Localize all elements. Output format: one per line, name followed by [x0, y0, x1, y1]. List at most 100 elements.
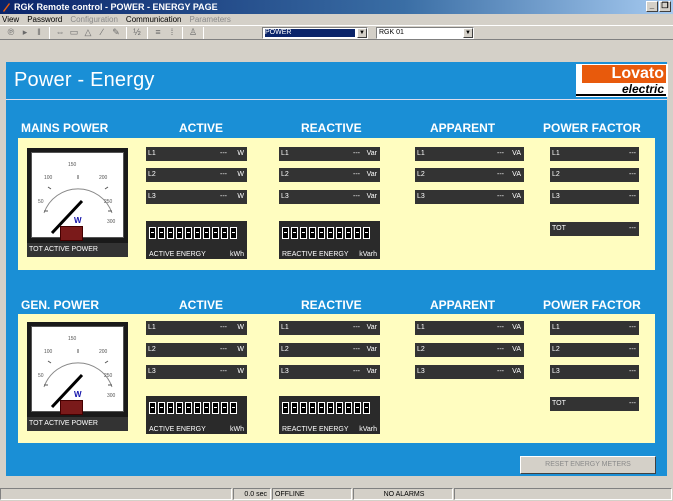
app-icon — [3, 3, 10, 12]
app-window: RGK Remote control - POWER - ENERGY PAGE… — [0, 0, 673, 501]
gen-reactive-l3: L3 --- Var — [279, 365, 380, 379]
mains-apparent-l1: L1 --- VA — [415, 147, 524, 161]
status-connection: OFFLINE — [272, 488, 352, 500]
gauge-tick: 50 — [38, 373, 44, 379]
device-select-value: RGK 01 — [379, 29, 404, 36]
mains-apparent-header: APPARENT — [430, 121, 496, 135]
restore-button[interactable]: ❐ — [659, 1, 671, 12]
edit-icon[interactable]: ∕ — [95, 26, 109, 39]
status-bar: 0.0 sec OFFLINE NO ALARMS — [0, 488, 673, 501]
chevron-down-icon[interactable]: ▼ — [463, 28, 473, 38]
gauge-tick: 50 — [38, 199, 44, 205]
gen-reactive-l2: L2 --- Var — [279, 343, 380, 357]
gauge-label: TOT ACTIVE POWER — [27, 417, 128, 431]
gen-pf-tot: TOT --- — [550, 397, 639, 411]
status-panel — [0, 488, 232, 500]
play-icon[interactable]: ▸ — [18, 26, 32, 39]
mains-active-l3: L3 --- W — [146, 190, 247, 204]
gauge-tick: 300 — [107, 219, 116, 225]
gen-apparent-header: APPARENT — [430, 298, 496, 312]
window-title: RGK Remote control - POWER - ENERGY PAGE — [14, 2, 218, 12]
toolbar-separator — [147, 26, 148, 39]
gauge-tick: 100 — [44, 175, 53, 181]
logo-bottom: electric — [576, 83, 666, 96]
device-icon[interactable]: ▭ — [67, 26, 81, 39]
gauge-tick: 200 — [99, 349, 108, 355]
menu-view[interactable]: View — [2, 14, 19, 25]
gauge-tick: 300 — [107, 393, 116, 399]
mains-reactive-energy: REACTIVE ENERGY kVarh — [279, 221, 380, 259]
toolbar-separator — [203, 26, 204, 39]
gauge-unit: W — [74, 390, 82, 399]
gauge-display — [60, 226, 83, 241]
gauge-label: TOT ACTIVE POWER — [27, 243, 128, 257]
link-icon[interactable]: ⇔ — [53, 26, 67, 39]
gauge-tick: 250 — [104, 199, 113, 205]
gen-active-header: ACTIVE — [179, 298, 224, 312]
mains-active-energy: ACTIVE ENERGY kWh — [146, 221, 247, 259]
gauge-tick: 150 — [68, 336, 77, 342]
gauge-unit: W — [74, 216, 82, 225]
gen-active-l2: L2 --- W — [146, 343, 247, 357]
toolbar-separator — [126, 26, 127, 39]
title-bar: RGK Remote control - POWER - ENERGY PAGE… — [0, 0, 673, 14]
gen-active-l3: L3 --- W — [146, 365, 247, 379]
menu-configuration[interactable]: Configuration — [70, 14, 118, 25]
connect-icon[interactable]: ℗ — [4, 26, 18, 39]
menu-parameters[interactable]: Parameters — [190, 14, 231, 25]
mains-pf-l1: L1 --- — [550, 147, 639, 161]
mains-pf-header: POWER FACTOR — [543, 121, 641, 135]
gauge-tick: 200 — [99, 175, 108, 181]
gen-reactive-header: REACTIVE — [301, 298, 362, 312]
gauge-tick: 100 — [44, 349, 53, 355]
status-alarms: NO ALARMS — [353, 488, 453, 500]
gen-reactive-l1: L1 --- Var — [279, 321, 380, 335]
mains-pf-l3: L3 --- — [550, 190, 639, 204]
toolbar-separator — [49, 26, 50, 39]
menu-communication[interactable]: Communication — [126, 14, 182, 25]
chart-icon[interactable]: ≡ — [151, 26, 165, 39]
chevron-down-icon[interactable]: ▼ — [357, 28, 367, 38]
toolbar-separator — [182, 26, 183, 39]
mains-apparent-l2: L2 --- VA — [415, 168, 524, 182]
minimize-button[interactable]: _ — [646, 1, 658, 12]
menu-bar: View Password Configuration Communicatio… — [0, 14, 673, 25]
logo-top: Lovato — [582, 65, 666, 83]
status-time: 0.0 sec — [233, 488, 271, 500]
gen-apparent-l3: L3 --- VA — [415, 365, 524, 379]
gen-power-header: GEN. POWER — [21, 298, 100, 312]
gauge-tick: 150 — [68, 162, 77, 168]
pause-icon[interactable]: ‖ — [32, 26, 46, 39]
mains-panel: 150 100 200 50 250 300 W TOT ACTIVE POWE… — [18, 138, 655, 270]
gen-pf-header: POWER FACTOR — [543, 298, 641, 312]
gen-apparent-l1: L1 --- VA — [415, 321, 524, 335]
gen-active-energy: ACTIVE ENERGY kWh — [146, 396, 247, 434]
energy-digits — [282, 227, 370, 239]
mains-active-l1: L1 --- W — [146, 147, 247, 161]
fraction-icon[interactable]: ½ — [130, 26, 144, 39]
page-header: Power - Energy Lovato electric — [6, 62, 668, 100]
window-controls: _ ❐ — [646, 1, 671, 12]
gen-active-l1: L1 --- W — [146, 321, 247, 335]
page-title: Power - Energy — [14, 69, 155, 91]
warning-icon[interactable]: △ — [81, 26, 95, 39]
gen-apparent-l2: L2 --- VA — [415, 343, 524, 357]
energy-digits — [282, 402, 370, 414]
mains-power-header: MAINS POWER — [21, 121, 109, 135]
page-select[interactable]: POWER ▼ — [262, 27, 368, 39]
gen-gauge: 150 100 200 50 250 300 W TOT ACTIVE POWE… — [27, 322, 128, 431]
gen-reactive-energy: REACTIVE ENERGY kVarh — [279, 396, 380, 434]
mains-reactive-l3: L3 --- Var — [279, 190, 380, 204]
gauge-tick: 250 — [104, 373, 113, 379]
people-icon[interactable]: ♙ — [186, 26, 200, 39]
page-select-value: POWER — [265, 29, 355, 37]
menu-password[interactable]: Password — [27, 14, 62, 25]
table-icon[interactable]: ⁞ — [165, 26, 179, 39]
pen-icon[interactable]: ✎ — [109, 26, 123, 39]
gen-panel: 150 100 200 50 250 300 W TOT ACTIVE POWE… — [18, 314, 655, 443]
device-select[interactable]: RGK 01 ▼ — [376, 27, 474, 39]
energy-digits — [149, 402, 237, 414]
mains-pf-tot: TOT --- — [550, 222, 639, 236]
reset-energy-meters-button[interactable]: RESET ENERGY METERS — [520, 456, 656, 474]
mains-reactive-l2: L2 --- Var — [279, 168, 380, 182]
